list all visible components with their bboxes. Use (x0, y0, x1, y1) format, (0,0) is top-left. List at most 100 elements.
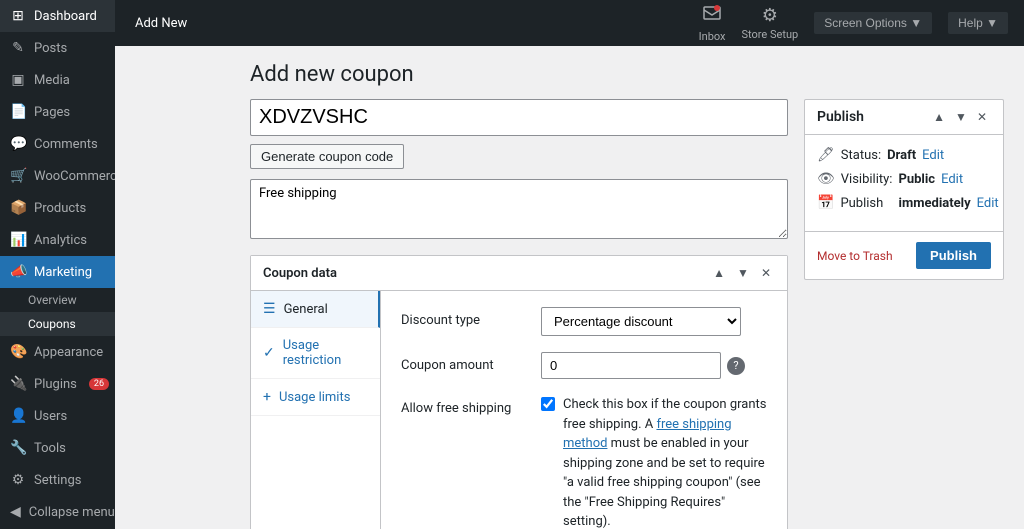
generate-coupon-button[interactable]: Generate coupon code (250, 144, 404, 169)
users-icon: 👤 (10, 408, 26, 424)
media-icon: ▣ (10, 72, 26, 88)
sidebar-item-label: Tools (34, 441, 66, 456)
sidebar-item-pages[interactable]: 📄 Pages (0, 96, 115, 128)
comments-icon: 💬 (10, 136, 26, 152)
sidebar-item-posts[interactable]: ✎ Posts (0, 32, 115, 64)
discount-type-select[interactable]: Percentage discount Fixed cart discount … (541, 307, 741, 336)
publish-toggle-up[interactable]: ▲ (929, 108, 949, 126)
free-shipping-description: Check this box if the coupon grants free… (563, 395, 767, 529)
publish-label: Publish (840, 196, 883, 211)
sidebar-item-overview[interactable]: Overview (0, 288, 115, 312)
sidebar-item-label: Products (34, 201, 86, 216)
usage-restriction-link[interactable]: Usage restriction (283, 338, 368, 368)
status-edit-link[interactable]: Edit (922, 148, 944, 163)
free-shipping-control: Check this box if the coupon grants free… (541, 395, 767, 529)
visibility-edit-link[interactable]: Edit (941, 172, 963, 187)
sidebar-item-tools[interactable]: 🔧 Tools (0, 432, 115, 464)
coupon-amount-help-icon[interactable]: ? (727, 357, 745, 375)
coupon-amount-input[interactable] (541, 352, 721, 379)
general-tab-label: General (284, 302, 328, 317)
sidebar-item-users[interactable]: 👤 Users (0, 400, 115, 432)
sidebar-item-label: Marketing (34, 265, 92, 280)
sidebar-item-label: Plugins (34, 377, 77, 392)
coupons-label: Coupons (28, 317, 76, 331)
tab-usage-limits[interactable]: + Usage limits (251, 379, 380, 416)
posts-icon: ✎ (10, 40, 26, 56)
coupon-data-controls: ▲ ▼ ✕ (709, 264, 775, 282)
sidebar-item-plugins[interactable]: 🔌 Plugins 26 (0, 368, 115, 400)
publish-toggle-down[interactable]: ▼ (951, 108, 971, 126)
toggle-up-button[interactable]: ▲ (709, 264, 729, 282)
screen-options-button[interactable]: Screen Options ▼ (814, 12, 932, 34)
free-shipping-check-row: Check this box if the coupon grants free… (541, 395, 767, 529)
help-button[interactable]: Help ▼ (948, 12, 1008, 34)
free-shipping-checkbox[interactable] (541, 397, 555, 411)
publish-body: 🖊 Status: Draft Edit 👁 Visibility: Publi… (805, 135, 1003, 231)
analytics-icon: 📊 (10, 232, 26, 248)
toggle-down-button[interactable]: ▼ (733, 264, 753, 282)
collapse-icon: ◀ (10, 504, 21, 520)
plugins-icon: 🔌 (10, 376, 26, 392)
free-shipping-row: Allow free shipping Check this box if th… (401, 395, 767, 529)
plugins-badge: 26 (89, 378, 109, 390)
description-textarea[interactable]: Free shipping (250, 179, 788, 239)
sidebar-item-collapse[interactable]: ◀ Collapse menu (0, 496, 115, 528)
sidebar-item-label: Analytics (34, 233, 87, 248)
sidebar-item-settings[interactable]: ⚙ Settings (0, 464, 115, 496)
inbox-label: Inbox (699, 30, 726, 43)
publish-status-row: 🖊 Status: Draft Edit (817, 147, 991, 163)
main-content: Add new coupon Generate coupon code Free… (230, 46, 1024, 529)
status-value: Draft (887, 148, 916, 163)
sidebar-item-marketing[interactable]: 📣 Marketing (0, 256, 115, 288)
sidebar-item-analytics[interactable]: 📊 Analytics (0, 224, 115, 256)
sidebar-item-media[interactable]: ▣ Media (0, 64, 115, 96)
publish-header: Publish ▲ ▼ ✕ (805, 100, 1003, 135)
tab-general[interactable]: ☰ General (251, 291, 380, 328)
move-to-trash-link[interactable]: Move to Trash (817, 249, 893, 263)
inbox-icon (702, 3, 722, 28)
marketing-submenu: Overview Coupons (0, 288, 115, 336)
settings-icon: ⚙ (10, 472, 26, 488)
coupon-data-header: Coupon data ▲ ▼ ✕ (251, 256, 787, 291)
publish-toggle-close[interactable]: ✕ (973, 108, 991, 126)
sidebar-item-label: Dashboard (34, 9, 97, 24)
sidebar-item-label: Settings (34, 473, 81, 488)
store-setup-button[interactable]: ⚙ Store Setup (742, 5, 799, 41)
tools-icon: 🔧 (10, 440, 26, 456)
sidebar-item-coupons[interactable]: Coupons (0, 312, 115, 336)
toggle-close-button[interactable]: ✕ (757, 264, 775, 282)
usage-restriction-label: Usage restriction (283, 338, 368, 368)
coupon-general-panel: Discount type Percentage discount Fixed … (381, 291, 787, 529)
content-main: Generate coupon code Free shipping Coupo… (250, 99, 788, 529)
sidebar-item-appearance[interactable]: 🎨 Appearance (0, 336, 115, 368)
appearance-icon: 🎨 (10, 344, 26, 360)
store-setup-icon: ⚙ (762, 5, 778, 26)
free-shipping-label: Allow free shipping (401, 395, 541, 416)
discount-type-control: Percentage discount Fixed cart discount … (541, 307, 767, 336)
visibility-icon: 👁 (817, 171, 835, 187)
usage-limits-link[interactable]: Usage limits (279, 390, 350, 405)
publish-button[interactable]: Publish (916, 242, 991, 269)
inbox-button[interactable]: Inbox (699, 3, 726, 43)
sidebar-item-label: Media (34, 73, 70, 88)
publish-edit-link[interactable]: Edit (977, 196, 999, 211)
sidebar-item-comments[interactable]: 💬 Comments (0, 128, 115, 160)
general-tab-icon: ☰ (263, 301, 276, 317)
sidebar-item-label: Pages (34, 105, 70, 120)
status-icon: 🖊 (817, 147, 835, 163)
sidebar-item-label: Appearance (34, 345, 103, 360)
sidebar-item-dashboard[interactable]: ⊞ Dashboard (0, 0, 115, 32)
publish-box-title: Publish (817, 109, 864, 125)
sidebar: ⊞ Dashboard ✎ Posts ▣ Media 📄 Pages 💬 Co… (0, 0, 115, 529)
tab-usage-restriction[interactable]: ✓ Usage restriction (251, 328, 380, 379)
coupon-code-input[interactable] (250, 99, 788, 136)
calendar-icon: 📅 (817, 195, 834, 211)
publish-visibility-row: 👁 Visibility: Public Edit (817, 171, 991, 187)
sidebar-item-label: Users (34, 409, 67, 424)
coupon-amount-row: Coupon amount ? (401, 352, 767, 379)
status-label: Status: (841, 148, 881, 163)
sidebar-item-products[interactable]: 📦 Products (0, 192, 115, 224)
sidebar-item-woocommerce[interactable]: 🛒 WooCommerce (0, 160, 115, 192)
topbar-right: Inbox ⚙ Store Setup Screen Options ▼ Hel… (699, 3, 1008, 43)
publish-footer: Move to Trash Publish (805, 231, 1003, 279)
